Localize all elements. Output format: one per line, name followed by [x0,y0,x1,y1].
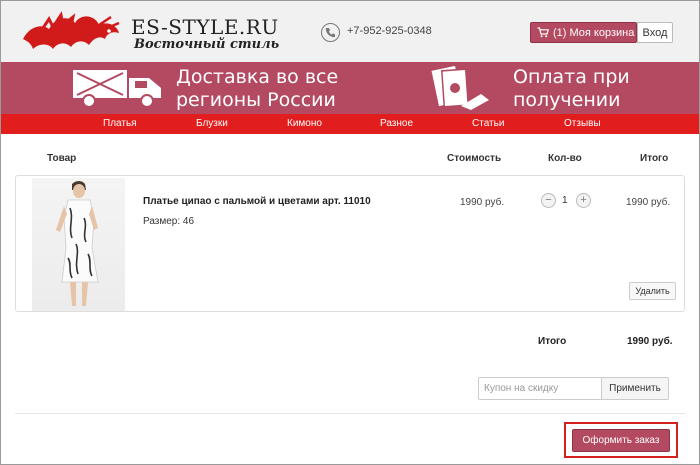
checkout-button[interactable]: Оформить заказ [572,429,670,452]
product-photo[interactable] [32,178,125,311]
qty-plus-button[interactable]: + [576,193,591,208]
nav-item-articles[interactable]: Статьи [472,118,504,129]
product-price: 1990 руб. [460,197,505,208]
delivery-text-line2: регионы России [176,89,336,111]
payment-text-line2: получении [513,89,621,111]
apply-coupon-button[interactable]: Применить [601,377,669,400]
logo-title[interactable]: ES-STYLE.RU [131,15,279,39]
promo-banner: Доставка во все регионы России Оплата пр… [1,62,699,114]
qty-value: 1 [562,195,568,206]
product-name[interactable]: Платье ципао с пальмой и цветами арт. 11… [143,196,371,207]
header-total: Итого [640,153,669,164]
product-size: Размер: 46 [143,216,195,227]
line-total: 1990 руб. [626,197,671,208]
qty-minus-button[interactable]: − [541,193,556,208]
site-header: ES-STYLE.RU Восточный стиль +7-952-925-0… [1,1,699,62]
nav-item-blouses[interactable]: Блузки [196,118,228,129]
logo-subtitle: Восточный стиль [134,37,280,52]
cart-button[interactable]: (1) Моя корзина [530,22,637,43]
nav-item-dresses[interactable]: Платья [103,118,137,129]
cart-icon [537,27,549,38]
total-label: Итого [538,336,567,347]
cart-item-row: Платье ципао с пальмой и цветами арт. 11… [15,175,685,312]
divider [15,413,685,414]
nav-item-misc[interactable]: Разное [380,118,413,129]
nav-item-reviews[interactable]: Отзывы [564,118,601,129]
coupon-input[interactable] [478,377,602,400]
money-icon [431,66,489,110]
nav-item-kimono[interactable]: Кимоно [287,118,322,129]
total-value: 1990 руб. [627,336,673,347]
cart-label: (1) Моя корзина [553,26,635,39]
dragon-logo-icon[interactable] [19,9,123,55]
login-button[interactable]: Вход [637,22,673,43]
phone-number: +7-952-925-0348 [347,25,432,37]
main-nav: Платья Блузки Кимоно Разное Статьи Отзыв… [1,114,699,134]
delivery-text-line1: Доставка во все [176,66,339,88]
delete-button[interactable]: Удалить [629,282,676,300]
truck-icon [73,70,161,108]
phone-icon [321,23,340,42]
header-product: Товар [47,153,77,164]
payment-text-line1: Оплата при [513,66,630,88]
header-qty: Кол-во [548,153,582,164]
header-price: Стоимость [447,153,502,164]
